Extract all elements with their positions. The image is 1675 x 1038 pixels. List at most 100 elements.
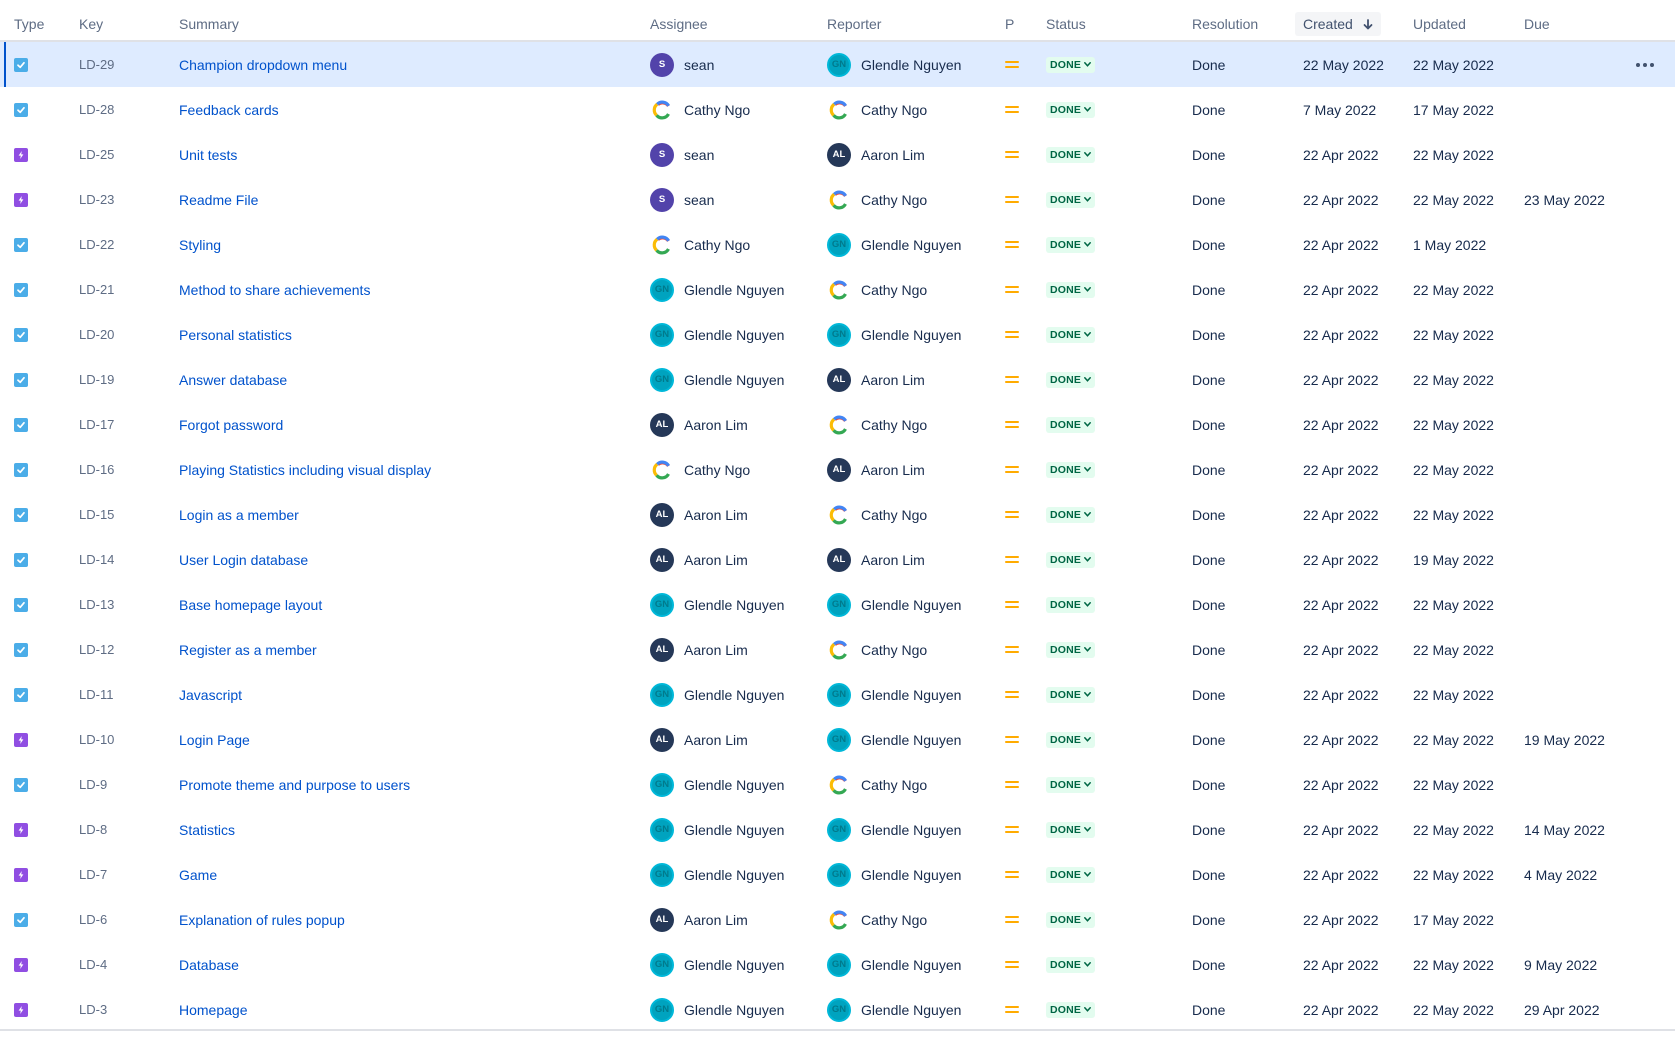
column-header-updated[interactable]: Updated (1413, 16, 1466, 32)
column-header-created[interactable]: Created (1295, 12, 1381, 36)
issue-summary-link[interactable]: Method to share achievements (179, 267, 370, 312)
more-actions-button[interactable] (1636, 42, 1654, 87)
status-dropdown[interactable]: DONE (1046, 461, 1096, 478)
issue-key[interactable]: LD-23 (79, 177, 114, 222)
issue-key[interactable]: LD-22 (79, 222, 114, 267)
reporter-cell[interactable]: Cathy Ngo (827, 402, 927, 447)
issue-summary-link[interactable]: Promote theme and purpose to users (179, 762, 410, 807)
assignee-cell[interactable]: GN Glendle Nguyen (650, 852, 784, 897)
issue-summary-link[interactable]: Login as a member (179, 492, 299, 537)
assignee-cell[interactable]: Cathy Ngo (650, 87, 750, 132)
status-dropdown[interactable]: DONE (1046, 326, 1096, 343)
issue-summary-link[interactable]: Answer database (179, 357, 287, 402)
assignee-cell[interactable]: AL Aaron Lim (650, 627, 748, 672)
reporter-cell[interactable]: GN Glendle Nguyen (827, 42, 961, 87)
table-row[interactable]: LD-12 Register as a member AL Aaron Lim … (0, 627, 1675, 672)
assignee-cell[interactable]: S sean (650, 42, 714, 87)
table-row[interactable]: LD-13 Base homepage layout GN Glendle Ng… (0, 582, 1675, 627)
status-dropdown[interactable]: DONE (1046, 911, 1096, 928)
issue-key[interactable]: LD-8 (79, 807, 107, 852)
issue-key[interactable]: LD-7 (79, 852, 107, 897)
reporter-cell[interactable]: GN Glendle Nguyen (827, 222, 961, 267)
issue-key[interactable]: LD-12 (79, 627, 114, 672)
issue-summary-link[interactable]: Personal statistics (179, 312, 292, 357)
reporter-cell[interactable]: Cathy Ngo (827, 492, 927, 537)
status-dropdown[interactable]: DONE (1046, 731, 1096, 748)
table-row[interactable]: LD-19 Answer database GN Glendle Nguyen … (0, 357, 1675, 402)
status-dropdown[interactable]: DONE (1046, 281, 1096, 298)
assignee-cell[interactable]: GN Glendle Nguyen (650, 987, 784, 1032)
issue-key[interactable]: LD-29 (79, 42, 114, 87)
table-row[interactable]: LD-9 Promote theme and purpose to users … (0, 762, 1675, 807)
assignee-cell[interactable]: S sean (650, 177, 714, 222)
issue-key[interactable]: LD-21 (79, 267, 114, 312)
issue-summary-link[interactable]: Champion dropdown menu (179, 42, 347, 87)
status-dropdown[interactable]: DONE (1046, 596, 1096, 613)
issue-summary-link[interactable]: Explanation of rules popup (179, 897, 345, 942)
reporter-cell[interactable]: AL Aaron Lim (827, 537, 925, 582)
table-row[interactable]: LD-22 Styling Cathy Ngo GN Glendle Nguye… (0, 222, 1675, 267)
assignee-cell[interactable]: GN Glendle Nguyen (650, 312, 784, 357)
column-header-due[interactable]: Due (1524, 16, 1550, 32)
table-row[interactable]: LD-8 Statistics GN Glendle Nguyen GN Gle… (0, 807, 1675, 852)
reporter-cell[interactable]: Cathy Ngo (827, 627, 927, 672)
assignee-cell[interactable]: GN Glendle Nguyen (650, 357, 784, 402)
issue-key[interactable]: LD-4 (79, 942, 107, 987)
status-dropdown[interactable]: DONE (1046, 191, 1096, 208)
issue-summary-link[interactable]: Forgot password (179, 402, 283, 447)
reporter-cell[interactable]: Cathy Ngo (827, 897, 927, 942)
status-dropdown[interactable]: DONE (1046, 416, 1096, 433)
table-row[interactable]: LD-10 Login Page AL Aaron Lim GN Glendle… (0, 717, 1675, 762)
column-header-reporter[interactable]: Reporter (827, 16, 881, 32)
issue-summary-link[interactable]: Javascript (179, 672, 242, 717)
reporter-cell[interactable]: AL Aaron Lim (827, 357, 925, 402)
issue-key[interactable]: LD-25 (79, 132, 114, 177)
assignee-cell[interactable]: GN Glendle Nguyen (650, 942, 784, 987)
assignee-cell[interactable]: S sean (650, 132, 714, 177)
status-dropdown[interactable]: DONE (1046, 146, 1096, 163)
issue-key[interactable]: LD-17 (79, 402, 114, 447)
issue-key[interactable]: LD-10 (79, 717, 114, 762)
column-header-status[interactable]: Status (1046, 16, 1086, 32)
issue-key[interactable]: LD-11 (79, 672, 113, 717)
issue-key[interactable]: LD-9 (79, 762, 107, 807)
table-row[interactable]: LD-29 Champion dropdown menu S sean GN G… (0, 42, 1675, 87)
reporter-cell[interactable]: Cathy Ngo (827, 267, 927, 312)
status-dropdown[interactable]: DONE (1046, 821, 1096, 838)
assignee-cell[interactable]: AL Aaron Lim (650, 492, 748, 537)
table-row[interactable]: LD-4 Database GN Glendle Nguyen GN Glend… (0, 942, 1675, 987)
status-dropdown[interactable]: DONE (1046, 551, 1096, 568)
column-header-summary[interactable]: Summary (179, 16, 239, 32)
status-dropdown[interactable]: DONE (1046, 56, 1096, 73)
reporter-cell[interactable]: GN Glendle Nguyen (827, 717, 961, 762)
table-row[interactable]: LD-16 Playing Statistics including visua… (0, 447, 1675, 492)
issue-summary-link[interactable]: Styling (179, 222, 221, 267)
assignee-cell[interactable]: GN Glendle Nguyen (650, 672, 784, 717)
issue-key[interactable]: LD-6 (79, 897, 107, 942)
reporter-cell[interactable]: Cathy Ngo (827, 762, 927, 807)
issue-summary-link[interactable]: Playing Statistics including visual disp… (179, 447, 431, 492)
issue-summary-link[interactable]: Readme File (179, 177, 258, 222)
reporter-cell[interactable]: GN Glendle Nguyen (827, 987, 961, 1032)
table-row[interactable]: LD-20 Personal statistics GN Glendle Ngu… (0, 312, 1675, 357)
issue-key[interactable]: LD-16 (79, 447, 114, 492)
table-row[interactable]: LD-25 Unit tests S sean AL Aaron Lim DON… (0, 132, 1675, 177)
issue-summary-link[interactable]: Statistics (179, 807, 235, 852)
issue-summary-link[interactable]: Register as a member (179, 627, 317, 672)
reporter-cell[interactable]: AL Aaron Lim (827, 447, 925, 492)
table-row[interactable]: LD-7 Game GN Glendle Nguyen GN Glendle N… (0, 852, 1675, 897)
column-header-type[interactable]: Type (14, 16, 44, 32)
reporter-cell[interactable]: GN Glendle Nguyen (827, 312, 961, 357)
assignee-cell[interactable]: GN Glendle Nguyen (650, 762, 784, 807)
status-dropdown[interactable]: DONE (1046, 371, 1096, 388)
issue-summary-link[interactable]: Login Page (179, 717, 250, 762)
issue-summary-link[interactable]: User Login database (179, 537, 308, 582)
issue-summary-link[interactable]: Feedback cards (179, 87, 279, 132)
table-row[interactable]: LD-6 Explanation of rules popup AL Aaron… (0, 897, 1675, 942)
reporter-cell[interactable]: AL Aaron Lim (827, 132, 925, 177)
table-row[interactable]: LD-3 Homepage GN Glendle Nguyen GN Glend… (0, 987, 1675, 1032)
issue-key[interactable]: LD-3 (79, 987, 107, 1032)
reporter-cell[interactable]: GN Glendle Nguyen (827, 672, 961, 717)
assignee-cell[interactable]: AL Aaron Lim (650, 537, 748, 582)
column-header-key[interactable]: Key (79, 16, 103, 32)
